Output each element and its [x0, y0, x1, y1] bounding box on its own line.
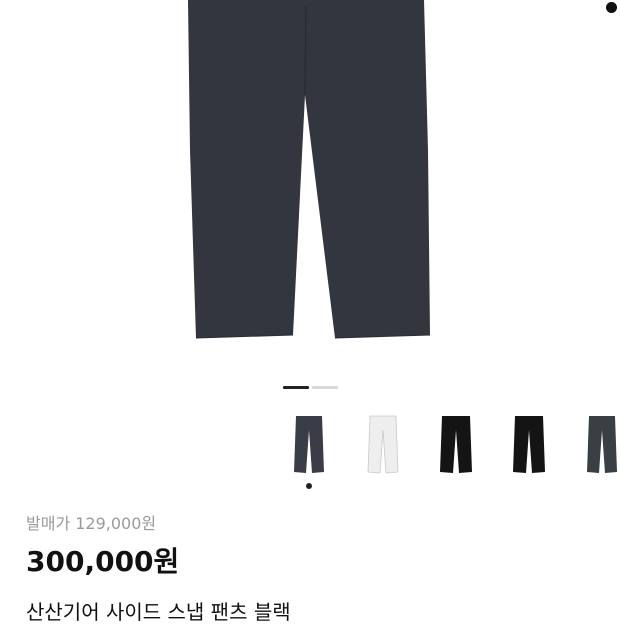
thumbnail-2[interactable]: [363, 412, 403, 476]
thumbnail-pants-image: [513, 416, 545, 473]
thumbnail-3[interactable]: [436, 412, 476, 476]
thumbnail-5[interactable]: [582, 412, 620, 476]
gallery-indicator-inactive[interactable]: [312, 386, 338, 389]
pants-image: [188, 0, 431, 339]
thumbnail-selected-dot: [306, 483, 312, 489]
thumbnail-pants-image: [440, 416, 472, 473]
product-title: 산산기어 사이드 스냅 팬츠 블랙: [26, 600, 291, 624]
thumbnail-pants-image: [294, 416, 324, 473]
corner-dot: [606, 2, 617, 13]
gallery-indicator-active[interactable]: [283, 386, 309, 389]
thumbnail-pants-image: [587, 416, 617, 473]
thumbnail-1[interactable]: [289, 412, 329, 476]
price: 300,000원: [26, 545, 180, 578]
thumbnail-pants-image: [367, 415, 399, 474]
thumbnail-4[interactable]: [509, 412, 549, 476]
release-price: 발매가 129,000원: [26, 514, 157, 533]
product-main-image[interactable]: [0, 0, 620, 360]
